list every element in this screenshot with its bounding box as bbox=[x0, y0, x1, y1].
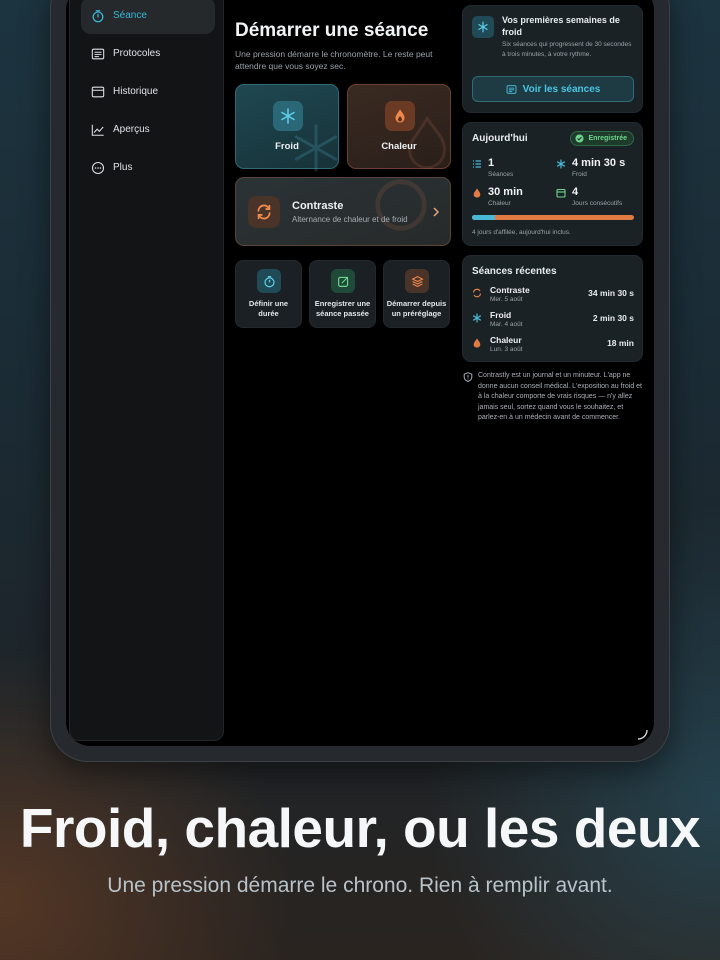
today-title: Aujourd'hui bbox=[472, 133, 528, 144]
start-from-preset-button[interactable]: Démarrer depuis un préréglage bbox=[383, 260, 450, 328]
view-sessions-button[interactable]: Voir les séances bbox=[472, 76, 634, 102]
heat-label: Chaleur bbox=[381, 141, 417, 152]
contrast-tile[interactable]: Contraste Alternance de chaleur et de fr… bbox=[235, 177, 451, 246]
stat-value: 1 bbox=[488, 157, 495, 169]
contrast-icon bbox=[472, 288, 482, 298]
sidebar-item-seance[interactable]: Séance bbox=[81, 0, 215, 34]
stat-value: 30 min bbox=[488, 186, 523, 198]
timer-icon bbox=[92, 9, 104, 22]
stat-cold: 4 min 30 s Froid bbox=[556, 157, 625, 178]
set-duration-label: Définir une durée bbox=[248, 299, 289, 318]
stat-value: 4 bbox=[572, 186, 579, 198]
intro-text: Six séances qui progressent de 30 second… bbox=[502, 41, 632, 58]
flame-icon bbox=[473, 338, 481, 348]
sidebar: Séance Protocoles Historique Aperçus Plu… bbox=[69, 0, 224, 741]
stat-label: Séances bbox=[488, 171, 514, 178]
recent-title: Séances récentes bbox=[472, 266, 557, 277]
snowflake-icon bbox=[472, 313, 482, 323]
list-icon bbox=[473, 160, 481, 168]
chart-icon bbox=[91, 124, 104, 136]
log-past-session-button[interactable]: Enregistrer une séance passée bbox=[309, 260, 376, 328]
stat-sessions: 1 Séances bbox=[472, 157, 513, 178]
cold-heat-progress-bar bbox=[472, 215, 634, 220]
sidebar-item-protocoles[interactable]: Protocoles bbox=[81, 35, 215, 72]
check-circle-icon bbox=[575, 134, 585, 143]
more-icon bbox=[91, 161, 105, 174]
recent-value: 34 min 30 s bbox=[588, 288, 634, 298]
log-past-session-label: Enregistrer une séance passée bbox=[314, 299, 371, 318]
recent-date: Mar. 4 août bbox=[490, 321, 523, 328]
contrast-subtitle: Alternance de chaleur et de froid bbox=[292, 215, 408, 224]
flame-icon bbox=[385, 101, 415, 131]
stat-label: Jours consécutifs bbox=[572, 200, 623, 207]
calendar-icon bbox=[556, 188, 566, 198]
recent-value: 2 min 30 s bbox=[592, 313, 634, 323]
contrast-title: Contraste bbox=[292, 200, 344, 212]
contrast-icon bbox=[248, 196, 280, 228]
intro-title: Vos premières semaines de froid bbox=[502, 15, 620, 37]
page-subtitle: Une pression démarre le chronomètre. Le … bbox=[235, 49, 433, 71]
sidebar-item-label: Historique bbox=[113, 86, 159, 97]
page-title: Démarrer une séance bbox=[235, 20, 429, 41]
streak-note: 4 jours d'affilée, aujourd'hui inclus. bbox=[472, 229, 571, 236]
stat-value: 4 min 30 s bbox=[572, 157, 626, 169]
medical-disclaimer: Contrastly est un journal et un minuteur… bbox=[478, 372, 642, 421]
recent-name: Froid bbox=[490, 310, 512, 320]
recent-name: Chaleur bbox=[490, 335, 522, 345]
snowflake-icon bbox=[273, 101, 303, 131]
edit-icon bbox=[331, 269, 355, 293]
start-from-preset-label: Démarrer depuis un préréglage bbox=[386, 299, 447, 318]
sidebar-item-plus[interactable]: Plus bbox=[81, 149, 215, 186]
resize-handle-icon[interactable] bbox=[636, 728, 648, 740]
snowflake-icon bbox=[556, 159, 566, 169]
list-icon bbox=[506, 84, 517, 94]
layers-icon bbox=[405, 269, 429, 293]
recent-name: Contraste bbox=[490, 285, 530, 295]
list-item[interactable]: Contraste Mer. 5 août 34 min 30 s bbox=[472, 285, 634, 309]
recent-date: Lun. 3 août bbox=[490, 346, 523, 353]
recent-sessions-card: Séances récentes Contraste Mer. 5 août 3… bbox=[462, 255, 643, 362]
stat-streak: 4 Jours consécutifs bbox=[556, 186, 622, 207]
sidebar-item-label: Aperçus bbox=[113, 124, 150, 135]
chevron-right-icon bbox=[433, 207, 440, 217]
stat-label: Chaleur bbox=[488, 200, 511, 207]
recent-date: Mer. 5 août bbox=[490, 296, 523, 303]
intro-card: Vos premières semaines de froid Six séan… bbox=[462, 5, 643, 113]
snowflake-icon bbox=[472, 16, 494, 38]
recent-value: 18 min bbox=[607, 338, 634, 348]
marketing-subline: Une pression démarre le chrono. Rien à r… bbox=[107, 874, 613, 897]
stat-heat: 30 min Chaleur bbox=[472, 186, 523, 207]
sidebar-item-historique[interactable]: Historique bbox=[81, 73, 215, 110]
heat-tile[interactable]: Chaleur bbox=[347, 84, 451, 170]
list-item[interactable]: Chaleur Lun. 3 août 18 min bbox=[472, 335, 634, 359]
sidebar-item-label: Protocoles bbox=[113, 48, 161, 59]
sidebar-item-label: Séance bbox=[113, 10, 147, 21]
timer-icon bbox=[257, 269, 281, 293]
view-sessions-label: Voir les séances bbox=[522, 83, 601, 95]
sidebar-item-label: Plus bbox=[113, 162, 133, 173]
today-card: Aujourd'hui Enregistrée 1 Séances 4 min 3… bbox=[462, 122, 643, 246]
contrast-watermark-icon bbox=[375, 179, 427, 231]
sidebar-item-apercus[interactable]: Aperçus bbox=[81, 111, 215, 148]
calendar-icon bbox=[91, 86, 105, 97]
status-badge: Enregistrée bbox=[570, 131, 634, 146]
cold-progress-fill bbox=[472, 215, 495, 220]
stat-label: Froid bbox=[572, 171, 587, 178]
info-shield-icon bbox=[463, 372, 473, 382]
app-screen: Séance Protocoles Historique Aperçus Plu… bbox=[66, 0, 654, 746]
list-item[interactable]: Froid Mar. 4 août 2 min 30 s bbox=[472, 310, 634, 334]
cold-label: Froid bbox=[275, 141, 299, 152]
flame-icon bbox=[473, 188, 481, 198]
set-duration-button[interactable]: Définir une durée bbox=[235, 260, 302, 328]
status-badge-label: Enregistrée bbox=[588, 135, 627, 142]
list-icon bbox=[91, 48, 105, 59]
cold-tile[interactable]: Froid bbox=[235, 84, 339, 172]
marketing-headline: Froid, chaleur, ou les deux bbox=[19, 797, 701, 859]
tablet-frame: Séance Protocoles Historique Aperçus Plu… bbox=[50, 0, 670, 762]
